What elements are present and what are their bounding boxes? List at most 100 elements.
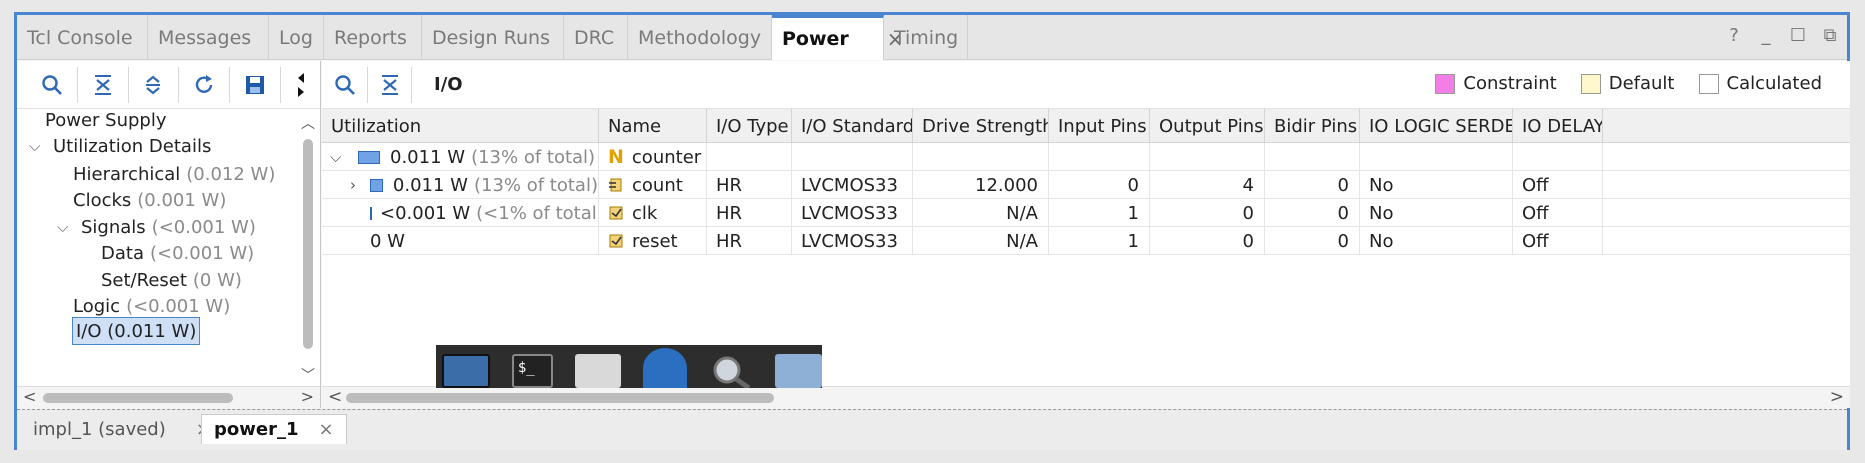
io-type-cell: HR (707, 227, 792, 255)
folder-icon[interactable] (774, 354, 822, 388)
scroll-left-icon[interactable]: < (23, 387, 36, 406)
tab-label: Design Runs (432, 26, 550, 49)
column-header-io-standard[interactable]: I/O Standard (792, 109, 913, 143)
chevron-down-icon[interactable]: ⌵ (330, 148, 348, 166)
terminal-icon[interactable]: $_ (511, 354, 554, 388)
float-icon[interactable]: ⧉ (1821, 25, 1839, 46)
chevron-down-icon[interactable]: ⌵ (57, 218, 75, 236)
expand-all-icon[interactable] (129, 66, 180, 103)
table-row[interactable]: 0 W reset HR LVCMOS33 N/A 1 0 0 No Off (322, 227, 1850, 255)
tab-power-1[interactable]: power_1 × (201, 414, 347, 444)
serdes-cell (1360, 143, 1513, 171)
taskbar-dock: $_ (436, 345, 822, 388)
drive-strength-cell: N/A (913, 199, 1049, 227)
serdes-cell: No (1360, 171, 1513, 199)
window-controls: ? _ ☐ ⧉ (1725, 25, 1839, 46)
search-icon[interactable] (27, 66, 78, 103)
bottom-tab-bar: impl_1 (saved) × power_1 × (17, 409, 1847, 450)
power-value: 0.011 W (392, 174, 468, 196)
output-pins-cell (1150, 143, 1265, 171)
tree-horizontal-scrollbar[interactable]: < > (17, 386, 320, 408)
tab-power[interactable]: Power × (772, 15, 904, 60)
tab-log[interactable]: Log (269, 15, 324, 60)
close-tab-icon[interactable]: × (319, 419, 334, 440)
tree-item-data[interactable]: Data (<0.001 W) (101, 238, 254, 268)
column-header-io-delay[interactable]: IO DELAY (1513, 109, 1603, 143)
minimize-icon[interactable]: _ (1757, 25, 1775, 46)
power-percent: (13% of total) (473, 174, 598, 196)
scroll-up-icon[interactable]: ︿ (300, 113, 316, 133)
save-icon[interactable] (230, 66, 281, 103)
column-header-utilization[interactable]: Utilization (322, 109, 599, 143)
io-standard-cell: LVCMOS33 (792, 227, 913, 255)
port-input-icon (609, 234, 623, 248)
tab-drc[interactable]: DRC (564, 15, 628, 60)
legend: Constraint Default Calculated (1435, 73, 1822, 94)
io-type-cell: HR (707, 171, 792, 199)
more-toolbar-icon[interactable] (281, 67, 320, 103)
desktop-icon[interactable] (442, 354, 490, 388)
tree-item-label: I/O (0.011 W) (76, 320, 197, 342)
column-header-drive-strength[interactable]: Drive Strength (913, 109, 1049, 143)
tab-design-runs[interactable]: Design Runs (422, 15, 564, 60)
tree-toolbar (17, 61, 320, 109)
maximize-icon[interactable]: ☐ (1789, 25, 1807, 46)
panel-title: I/O (434, 74, 463, 95)
browser-icon[interactable] (642, 348, 687, 388)
io-standard-cell (792, 143, 913, 171)
tree-item-value: (<0.001 W) (151, 216, 256, 238)
utilization-cell: 0 W (322, 227, 599, 255)
scroll-right-icon[interactable]: > (301, 387, 314, 406)
power-value: <0.001 W (380, 202, 471, 224)
scroll-left-icon[interactable]: < (328, 387, 342, 407)
drive-strength-cell (913, 143, 1049, 171)
search-icon[interactable] (322, 66, 368, 103)
scroll-right-icon[interactable]: > (1830, 387, 1844, 407)
io-delay-cell: Off (1513, 199, 1603, 227)
scrollbar-thumb[interactable] (43, 393, 233, 403)
tree-item-label: Power Supply (45, 109, 167, 131)
module-icon: N (608, 146, 624, 168)
tree-vertical-scrollbar[interactable]: ︿ ﹀ (300, 113, 316, 385)
chevron-down-icon[interactable]: ⌵ (29, 137, 47, 155)
scroll-down-icon[interactable]: ﹀ (300, 365, 316, 385)
files-icon[interactable] (575, 354, 621, 388)
name-cell: reset (599, 227, 707, 255)
input-pins-cell: 0 (1049, 171, 1150, 199)
column-header-input-pins[interactable]: Input Pins (1049, 109, 1150, 143)
table-row[interactable]: › 0.011 W (13% of total) count HR LVCMOS… (322, 171, 1850, 199)
tab-label: Reports (334, 26, 407, 49)
scrollbar-thumb[interactable] (346, 393, 774, 403)
collapse-all-icon[interactable] (368, 66, 412, 103)
search-app-icon[interactable] (709, 354, 753, 388)
power-percent: (13% of total) (471, 146, 596, 168)
name-cell: N counter (599, 143, 707, 171)
chevron-right-icon[interactable]: › (350, 176, 360, 194)
column-header-name[interactable]: Name (599, 109, 707, 143)
tree-item-label: Clocks (73, 189, 132, 211)
tab-messages[interactable]: Messages (148, 15, 269, 60)
tab-methodology[interactable]: Methodology (628, 15, 772, 60)
tree-item-io[interactable]: I/O (0.011 W) (72, 317, 201, 345)
port-bus-icon (609, 178, 622, 192)
collapse-all-icon[interactable] (78, 66, 129, 103)
name-cell: count (599, 171, 707, 199)
column-header-io-logic-serdes[interactable]: IO LOGIC SERDES (1360, 109, 1513, 143)
column-header-output-pins[interactable]: Output Pins (1150, 109, 1265, 143)
legend-swatch (1698, 73, 1719, 94)
table-row[interactable]: ⌵ 0.011 W (13% of total) N counter (322, 143, 1850, 171)
tab-impl-1[interactable]: impl_1 (saved) × (21, 414, 223, 444)
tab-reports[interactable]: Reports (324, 15, 422, 60)
column-header-bidir-pins[interactable]: Bidir Pins (1265, 109, 1360, 143)
column-header-io-type[interactable]: I/O Type (707, 109, 792, 143)
help-icon[interactable]: ? (1725, 25, 1743, 46)
refresh-icon[interactable] (179, 66, 231, 103)
tree-item-clocks[interactable]: Clocks (0.001 W) (73, 185, 226, 215)
table-row[interactable]: <0.001 W (<1% of total) clk HR LVCMOS33 … (322, 199, 1850, 227)
tree-item-label: Hierarchical (73, 163, 181, 185)
tree-item-utilization-details[interactable]: ⌵ Utilization Details (29, 131, 211, 161)
table-horizontal-scrollbar[interactable]: < > (322, 386, 1850, 408)
scrollbar-thumb[interactable] (303, 139, 313, 349)
tab-timing[interactable]: Timing (884, 15, 968, 60)
tab-tcl-console[interactable]: Tcl Console (17, 15, 148, 60)
